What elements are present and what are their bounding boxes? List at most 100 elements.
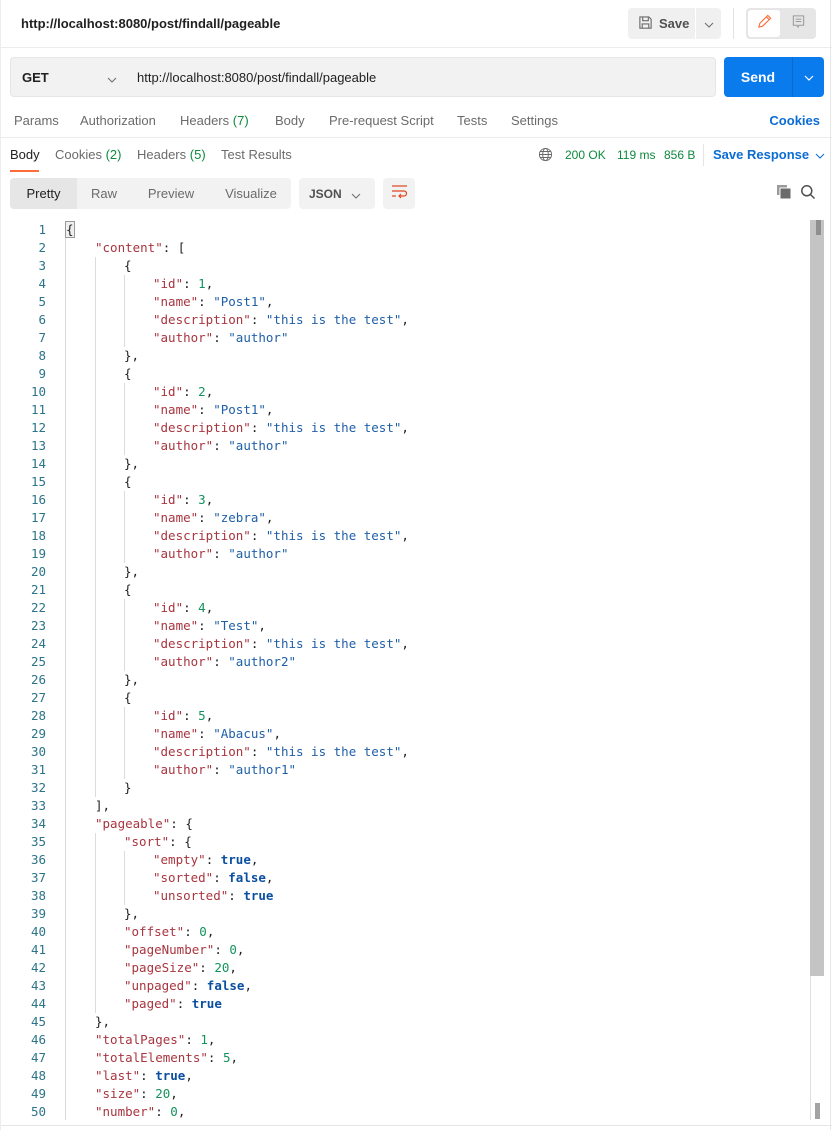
wrap-lines-button[interactable] bbox=[383, 178, 415, 209]
json-punctuation: }, bbox=[124, 906, 140, 921]
json-punctuation: { bbox=[124, 258, 132, 273]
code-text: "author": "author" bbox=[153, 329, 289, 347]
line-number: 25 bbox=[30, 654, 46, 669]
request-tabs: Params Authorization Headers (7) Body Pr… bbox=[1, 104, 832, 138]
line-number: 17 bbox=[30, 510, 46, 525]
send-options-button[interactable] bbox=[792, 57, 824, 97]
view-visualize-button[interactable]: Visualize bbox=[211, 178, 291, 209]
json-number: 1 bbox=[198, 276, 206, 291]
line-number: 31 bbox=[30, 762, 46, 777]
json-key: "sorted" bbox=[153, 870, 214, 885]
view-raw-button[interactable]: Raw bbox=[77, 178, 131, 209]
copy-icon[interactable] bbox=[776, 184, 792, 205]
code-text: }, bbox=[124, 455, 139, 473]
tab-params[interactable]: Params bbox=[14, 113, 59, 128]
url-input[interactable]: http://localhost:8080/post/findall/pagea… bbox=[125, 57, 716, 97]
json-punctuation: : bbox=[250, 420, 266, 435]
json-punctuation: : bbox=[199, 960, 215, 975]
json-punctuation: : bbox=[183, 384, 199, 399]
code-line: 18 "description": "this is the test", bbox=[1, 527, 809, 545]
line-number: 4 bbox=[38, 276, 46, 291]
code-line: 42 "pageSize": 20, bbox=[1, 959, 809, 977]
comments-mode-button[interactable] bbox=[782, 10, 814, 37]
search-icon[interactable] bbox=[800, 184, 816, 205]
json-string: "this is the test" bbox=[265, 528, 402, 543]
tab-response-body[interactable]: Body bbox=[10, 147, 40, 162]
line-number: 42 bbox=[30, 960, 46, 975]
request-title[interactable]: http://localhost:8080/post/findall/pagea… bbox=[21, 16, 280, 31]
code-text: "id": 3, bbox=[153, 491, 213, 509]
tab-response-cookies[interactable]: Cookies (2) bbox=[55, 147, 121, 162]
json-key: "name" bbox=[153, 726, 199, 741]
line-number: 38 bbox=[30, 888, 46, 903]
json-punctuation: : bbox=[198, 510, 214, 525]
json-string: "Test" bbox=[213, 618, 259, 633]
json-punctuation: : bbox=[250, 528, 266, 543]
code-line: 50 "number": 0, bbox=[1, 1103, 809, 1120]
request-panel: http://localhost:8080/post/findall/pagea… bbox=[0, 0, 832, 1130]
json-punctuation: }, bbox=[124, 672, 140, 687]
line-number: 29 bbox=[30, 726, 46, 741]
save-options-button[interactable] bbox=[696, 8, 721, 39]
code-line: 17 "name": "zebra", bbox=[1, 509, 809, 527]
code-line: 36 "empty": true, bbox=[1, 851, 809, 869]
json-punctuation: , bbox=[206, 924, 215, 939]
json-punctuation: , bbox=[170, 1086, 178, 1101]
tab-pre-request-script[interactable]: Pre-request Script bbox=[329, 113, 434, 128]
json-punctuation: : bbox=[184, 924, 200, 939]
code-line: 43 "unpaged": false, bbox=[1, 977, 809, 995]
response-body-editor[interactable]: 1{2 "content": [3{4 "id": 1, 5 "name": "Post… bbox=[1, 220, 809, 1120]
cookies-link[interactable]: Cookies bbox=[769, 113, 820, 128]
code-line: 11 "name": "Post1", bbox=[1, 401, 809, 419]
save-response-button[interactable]: Save Response bbox=[713, 147, 825, 162]
tab-cookies-label: Cookies bbox=[55, 147, 102, 162]
json-punctuation: , bbox=[265, 294, 274, 309]
json-boolean: false bbox=[206, 978, 245, 993]
code-text: "author": "author2" bbox=[153, 653, 296, 671]
json-punctuation: : bbox=[214, 942, 230, 957]
json-punctuation: : bbox=[183, 708, 199, 723]
line-number: 27 bbox=[30, 690, 46, 705]
json-key: "description" bbox=[153, 744, 251, 759]
json-punctuation: , bbox=[250, 852, 259, 867]
code-text: "name": "Post1", bbox=[153, 293, 273, 311]
tab-body[interactable]: Body bbox=[275, 113, 305, 128]
format-select[interactable]: JSON bbox=[299, 178, 375, 209]
line-number: 49 bbox=[30, 1086, 46, 1101]
json-key: "paged" bbox=[124, 996, 177, 1011]
status-code[interactable]: 200 OK bbox=[565, 148, 606, 162]
json-punctuation: : bbox=[228, 888, 244, 903]
json-punctuation: , bbox=[229, 960, 237, 975]
code-text: "pageable": { bbox=[95, 815, 193, 833]
line-number: 45 bbox=[30, 1014, 46, 1029]
tab-settings[interactable]: Settings bbox=[511, 113, 558, 128]
tab-headers[interactable]: Headers (7) bbox=[180, 113, 249, 128]
json-number: 3 bbox=[198, 492, 206, 507]
json-key: "pageSize" bbox=[124, 960, 200, 975]
editor-scrollbar-thumb[interactable] bbox=[810, 220, 824, 976]
json-punctuation: : bbox=[213, 870, 229, 885]
view-preview-button[interactable]: Preview bbox=[131, 178, 211, 209]
code-text: }, bbox=[124, 563, 139, 581]
indent-guide bbox=[95, 833, 96, 1013]
save-button[interactable]: Save bbox=[628, 8, 695, 39]
tab-tests[interactable]: Tests bbox=[457, 113, 487, 128]
json-punctuation: , bbox=[177, 1104, 186, 1119]
code-text: "size": 20, bbox=[95, 1085, 178, 1103]
response-size[interactable]: 856 B bbox=[664, 148, 695, 162]
code-line: 46 "totalPages": 1, bbox=[1, 1031, 809, 1049]
tab-test-results[interactable]: Test Results bbox=[221, 147, 292, 162]
tab-authorization[interactable]: Authorization bbox=[80, 113, 156, 128]
method-select[interactable]: GET bbox=[10, 57, 126, 97]
code-line: 19 "author": "author" bbox=[1, 545, 809, 563]
code-text: "unsorted": true bbox=[153, 887, 273, 905]
edit-mode-button[interactable] bbox=[748, 10, 780, 37]
view-pretty-button[interactable]: Pretty bbox=[10, 178, 77, 209]
code-text: "description": "this is the test", bbox=[153, 635, 409, 653]
globe-icon[interactable] bbox=[538, 147, 553, 167]
code-line: 30 "description": "this is the test", bbox=[1, 743, 809, 761]
send-button[interactable]: Send bbox=[724, 57, 792, 97]
response-time[interactable]: 119 ms bbox=[617, 148, 655, 162]
json-punctuation: , bbox=[205, 600, 214, 615]
tab-response-headers[interactable]: Headers (5) bbox=[137, 147, 206, 162]
